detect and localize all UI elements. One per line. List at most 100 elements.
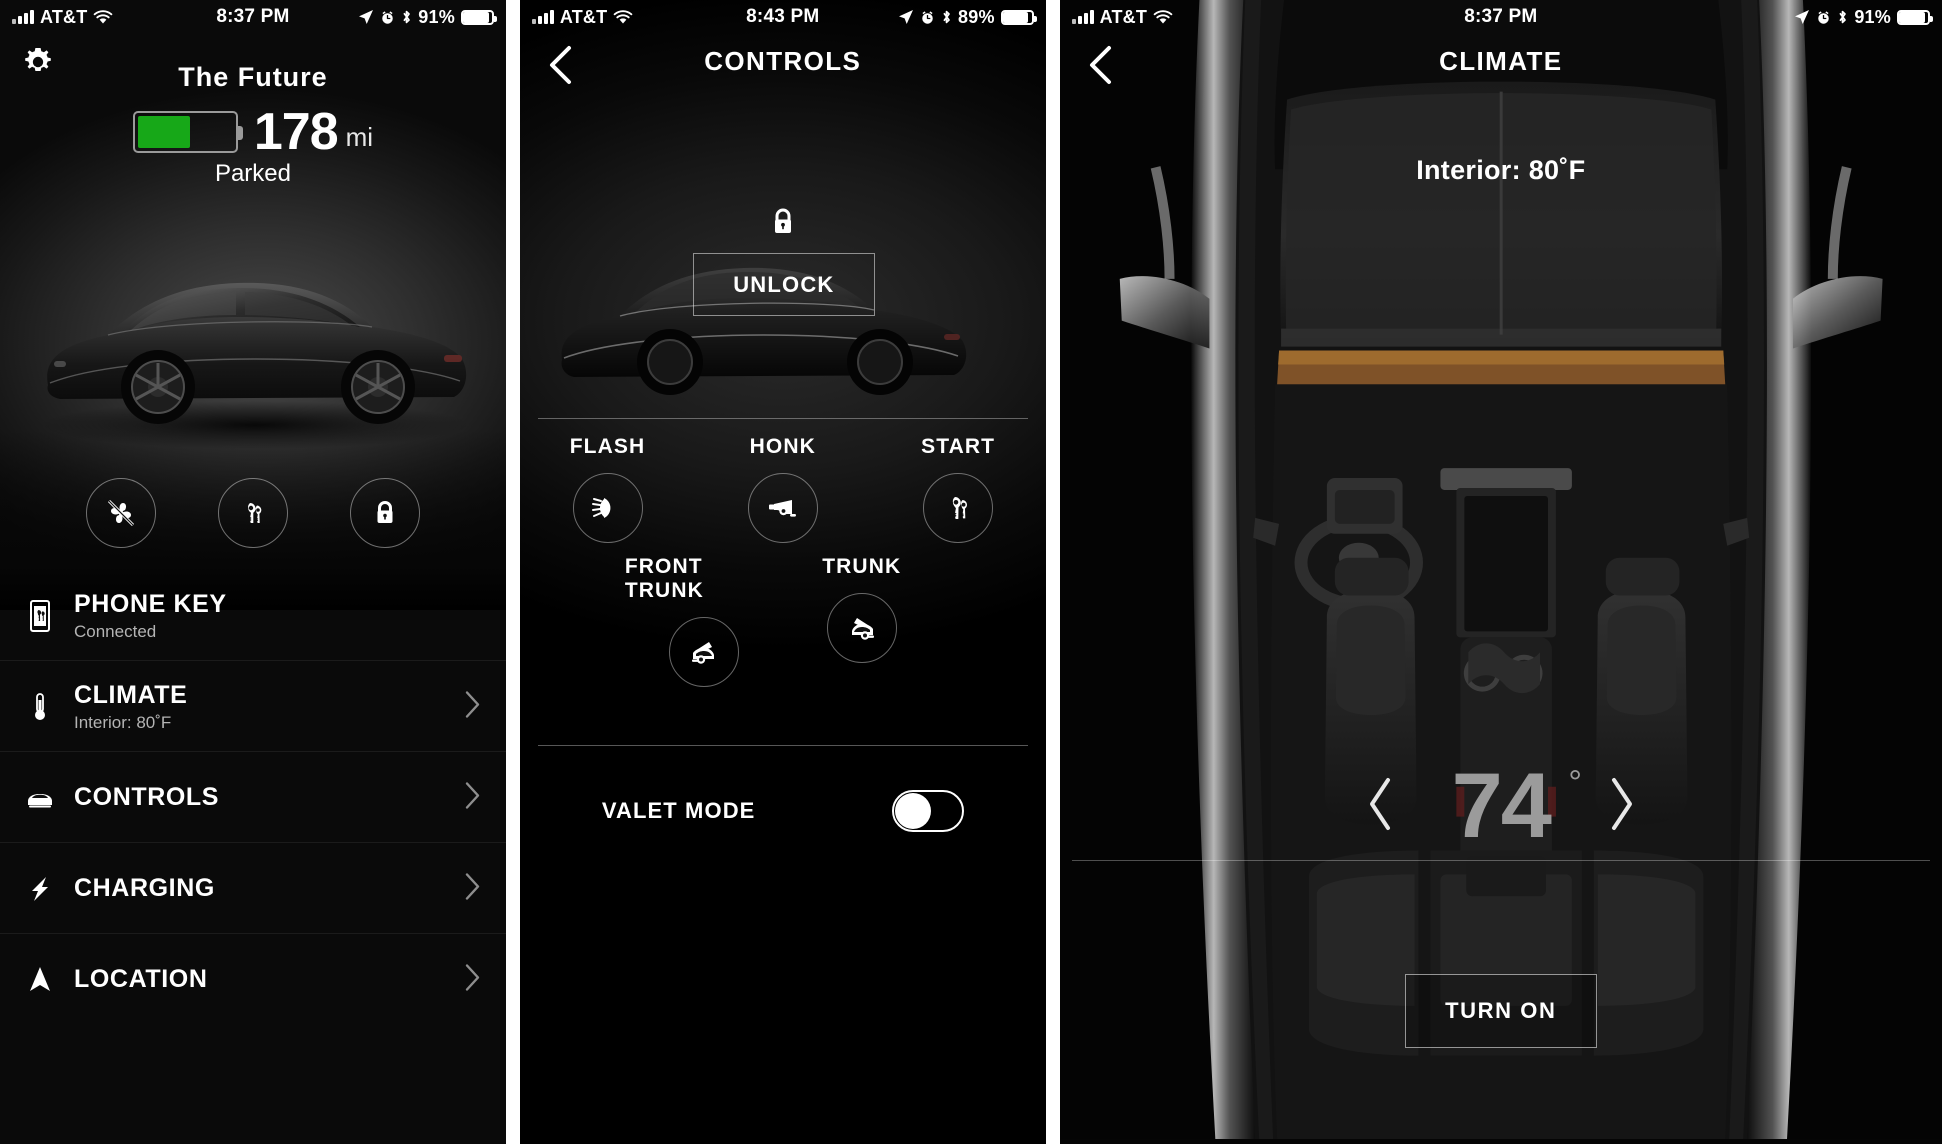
back-button[interactable] (1084, 44, 1118, 86)
location-arrow-icon (1795, 10, 1810, 24)
front-trunk-action[interactable]: FRONT TRUNK (625, 555, 783, 687)
menu-item-title: CLIMATE (74, 680, 188, 709)
lightning-bolt-icon (16, 872, 64, 906)
flash-label: FLASH (569, 435, 646, 458)
alarm-clock-icon (382, 10, 394, 24)
range-value: 178 (253, 103, 339, 161)
chevron-right-icon (465, 690, 481, 723)
turn-on-button[interactable]: TURN ON (1404, 974, 1597, 1048)
vehicle-name: The Future (178, 62, 328, 92)
panel-climate: AT&T 8:37 PM 91% CLIMATE Interior: 80˚F … (1059, 0, 1942, 1144)
menu-item-location[interactable]: LOCATION (0, 934, 506, 1025)
increase-temp-button[interactable] (1608, 776, 1636, 837)
decrease-temp-button[interactable] (1366, 776, 1394, 837)
chevron-right-icon (465, 872, 481, 905)
menu-item-text: LOCATION (74, 965, 208, 994)
key-icon (248, 503, 262, 523)
navigation-arrow-icon (16, 963, 64, 997)
lock-icon (377, 501, 393, 523)
interior-temperature: Interior: 80˚F (1416, 155, 1586, 185)
valet-mode-toggle[interactable] (891, 790, 964, 832)
honk-button[interactable] (747, 473, 818, 543)
lock-button[interactable] (349, 478, 420, 548)
flash-action[interactable]: FLASH (520, 435, 695, 543)
range-display: 178 mi (0, 106, 506, 158)
front-trunk-button[interactable] (668, 617, 739, 687)
divider-bottom (537, 745, 1028, 746)
start-button[interactable] (217, 478, 288, 548)
menu-item-text: PHONE KEY Connected (74, 590, 227, 642)
menu-item-phone-key[interactable]: PHONE KEY Connected (0, 570, 506, 661)
battery-icon (460, 9, 497, 25)
panel-home: AT&T 8:37 PM 91% The Future 178 mi Parke… (0, 0, 506, 1144)
start-button[interactable] (923, 473, 994, 543)
battery-percent: 89% (958, 6, 995, 27)
vehicle-state: Parked (214, 160, 291, 187)
back-button[interactable] (544, 44, 578, 86)
lock-status-icon-wrap (520, 205, 1046, 244)
honk-label: HONK (749, 435, 816, 458)
alarm-clock-icon (922, 10, 933, 24)
quick-actions (0, 478, 506, 548)
chevron-right-icon (465, 963, 481, 996)
status-bar: AT&T 8:37 PM 91% (0, 0, 506, 34)
alarm-clock-icon (1818, 10, 1830, 24)
menu-item-controls[interactable]: CONTROLS (0, 752, 506, 843)
battery-icon (1896, 9, 1933, 25)
trunk-icon (851, 618, 874, 640)
valet-mode-row: VALET MODE (520, 790, 1046, 832)
menu-item-climate[interactable]: CLIMATE Interior: 80˚F (0, 661, 506, 752)
phone-key-icon (16, 599, 64, 633)
status-right: 91% (1794, 7, 1942, 28)
menu-item-text: CONTROLS (74, 783, 219, 812)
panel-controls: AT&T 8:43 PM 89% CONTROLS UNLOCK FLASH H… (519, 0, 1046, 1144)
unlock-button[interactable]: UNLOCK (692, 253, 875, 316)
nav-bar: CONTROLS (520, 40, 1046, 90)
car-front-icon (16, 781, 64, 815)
divider-top (537, 418, 1028, 419)
start-action[interactable]: START (870, 435, 1045, 543)
controls-row-primary: FLASH HONK START (520, 435, 1046, 543)
menu-item-charging[interactable]: CHARGING (0, 843, 506, 934)
bluetooth-icon (943, 10, 950, 24)
chevron-right-icon (465, 781, 481, 814)
menu-item-title: LOCATION (74, 965, 208, 993)
range-unit: mi (345, 122, 374, 152)
toggle-knob (894, 793, 931, 829)
fan-off-icon (107, 499, 135, 527)
menu-item-subtitle: Connected (74, 621, 157, 641)
trunk-label: TRUNK (822, 555, 902, 578)
chevron-right-icon (1611, 777, 1632, 830)
menu-item-subtitle: Interior: 80˚F (74, 712, 172, 732)
panel-separator (505, 0, 520, 1144)
battery-icon (1000, 9, 1037, 25)
menu-item-title: PHONE KEY (74, 589, 227, 618)
flash-button[interactable] (572, 473, 643, 543)
menu-item-text: CHARGING (74, 874, 215, 903)
trunk-button[interactable] (826, 593, 897, 663)
valet-mode-label: VALET MODE (601, 798, 756, 823)
key-icon (952, 497, 968, 519)
status-bar: AT&T 8:37 PM 91% (1060, 0, 1942, 34)
bluetooth-icon (1839, 10, 1847, 24)
status-right: 89% (898, 7, 1046, 28)
location-arrow-icon (899, 10, 914, 24)
battery-percent: 91% (418, 6, 455, 27)
menu-item-title: CONTROLS (74, 783, 220, 811)
horn-icon (768, 500, 796, 517)
honk-action[interactable]: HONK (695, 435, 870, 543)
controls-row-trunks: FRONT TRUNK TRUNK (625, 555, 941, 687)
status-bar: AT&T 8:43 PM 89% (520, 0, 1046, 34)
app-screens: AT&T 8:37 PM 91% The Future 178 mi Parke… (0, 0, 1942, 1144)
temperature-stepper: 74 ° (1060, 760, 1942, 852)
nav-bar: CLIMATE (1060, 40, 1942, 90)
menu-item-title: CHARGING (74, 874, 215, 902)
page-title: CLIMATE (1439, 46, 1563, 76)
status-right: 91% (358, 7, 506, 28)
chevron-left-icon (1369, 777, 1390, 830)
thermometer-icon (16, 690, 64, 724)
battery-percent: 91% (1854, 6, 1891, 27)
trunk-action[interactable]: TRUNK (783, 555, 941, 687)
climate-off-button[interactable] (85, 478, 156, 548)
frunk-icon (691, 642, 714, 664)
